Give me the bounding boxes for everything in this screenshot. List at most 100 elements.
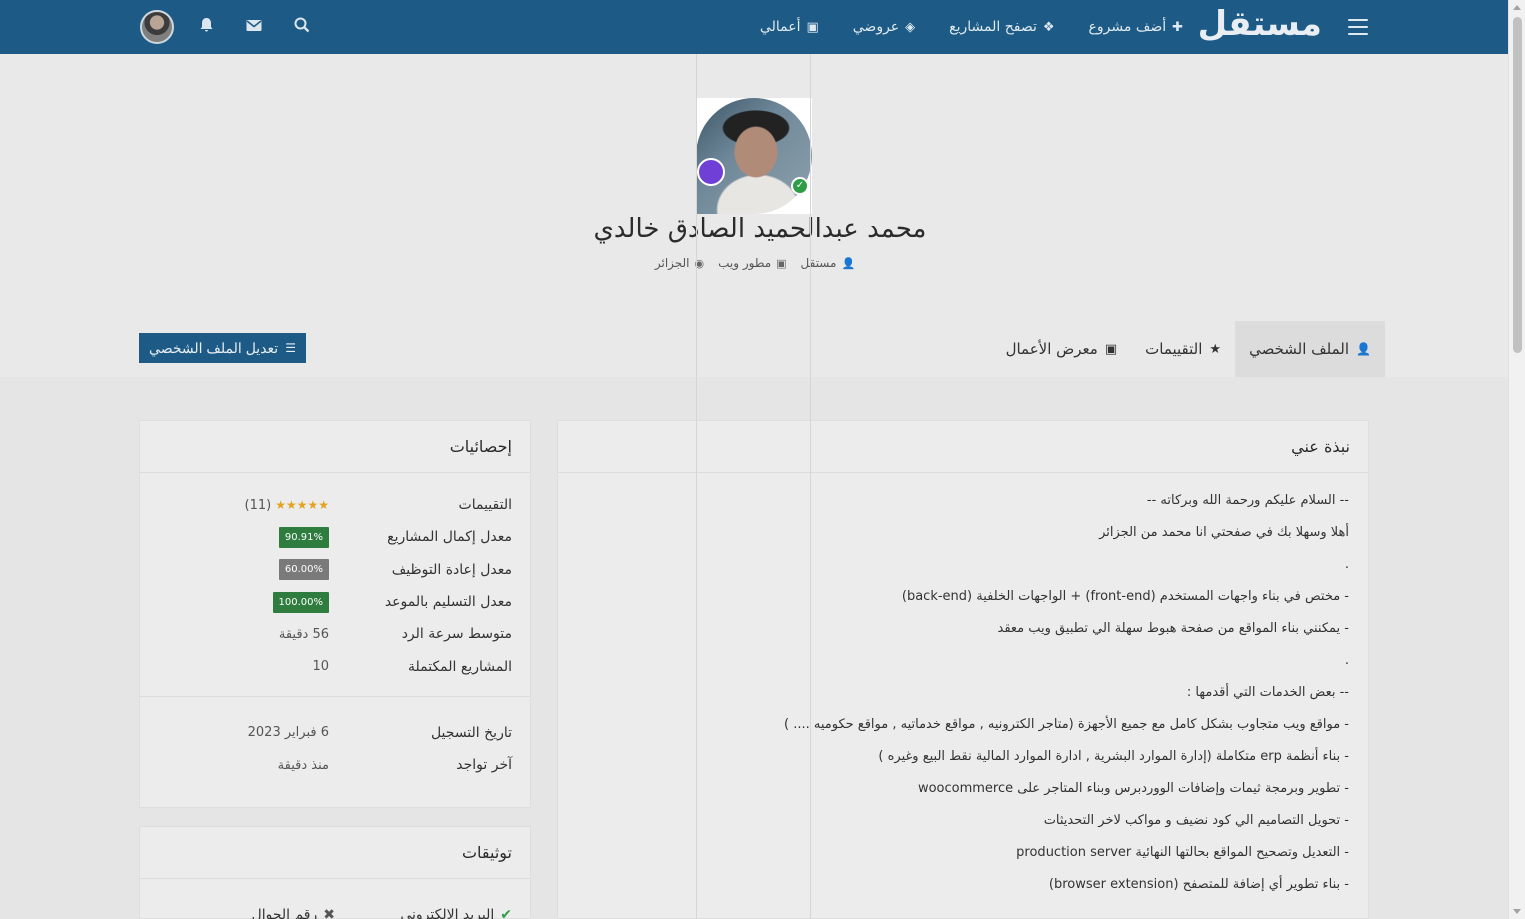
plus-icon: ✚ bbox=[1172, 19, 1183, 35]
verification-email: ✔ البريد الالكتروني bbox=[335, 907, 512, 919]
user-avatar[interactable] bbox=[140, 10, 174, 44]
stat-label: آخر تواجد bbox=[456, 757, 512, 774]
about-text: -- السلام عليكم ورحمة الله وبركاته -- أه… bbox=[558, 473, 1368, 901]
verifications-list: ✔ البريد الالكتروني ✖ رقم الجوال bbox=[140, 879, 530, 919]
profile-avatar: ✓ bbox=[696, 98, 812, 214]
menu-icon[interactable] bbox=[1348, 19, 1368, 35]
about-line: . bbox=[1344, 557, 1349, 572]
about-line: - مواقع ويب متجاوب بشكل كامل مع جميع الأ… bbox=[784, 717, 1349, 732]
profile-meta: 👤 مستقل ▣ مطور ويب ◉ الجزائر bbox=[560, 256, 950, 270]
tab-profile[interactable]: 👤 الملف الشخصي bbox=[1235, 321, 1385, 377]
nav-browse-projects-label: تصفح المشاريع bbox=[949, 19, 1037, 35]
briefcase-icon: ▣ bbox=[1104, 341, 1118, 357]
tab-portfolio[interactable]: ▣ معرض الأعمال bbox=[992, 321, 1132, 377]
mail-icon[interactable] bbox=[242, 17, 266, 37]
about-line: - التعديل وتصحيح المواقع بحالتها النهائي… bbox=[1016, 845, 1349, 860]
tab-portfolio-label: معرض الأعمال bbox=[1005, 340, 1098, 358]
stat-label: معدل إعادة التوظيف bbox=[391, 561, 512, 578]
stat-row-ratings: التقييمات ★★★★★ (11) bbox=[158, 489, 513, 521]
about-line: -- السلام عليكم ورحمة الله وبركاته -- bbox=[1146, 493, 1349, 508]
stat-label: معدل التسليم بالموعد bbox=[384, 594, 512, 611]
scroll-down-icon[interactable] bbox=[1513, 909, 1521, 914]
ontime-rate-badge: 100.00% bbox=[272, 591, 329, 613]
verifications-card: توثيقات ✔ البريد الالكتروني ✖ رقم الجوال bbox=[139, 826, 531, 919]
stat-row-last-seen: آخر تواجد منذ دقيقة bbox=[158, 749, 512, 781]
times-icon: ✖ bbox=[323, 907, 335, 919]
edit-profile-label: تعديل الملف الشخصي bbox=[149, 339, 279, 356]
profile-name: محمد عبدالحميد الصادق خالدي bbox=[593, 214, 927, 244]
main-nav: ✚ أضف مشروع ❖ تصفح المشاريع ◈ عروضي ▣ أع… bbox=[760, 0, 1183, 54]
stat-row-ontime: معدل التسليم بالموعد 100.00% bbox=[158, 586, 512, 618]
meta-job: ▣ مطور ويب bbox=[718, 256, 786, 270]
profile-tabs: 👤 الملف الشخصي ★ التقييمات ▣ معرض الأعما… bbox=[992, 321, 1385, 377]
level-badge-icon bbox=[697, 158, 725, 186]
user-icon: 👤 bbox=[1356, 342, 1371, 356]
stats-list-dates: تاريخ التسجيل 6 فبراير 2023 آخر تواجد من… bbox=[140, 697, 530, 782]
stat-value: 56 دقيقة bbox=[278, 626, 329, 642]
cubes-icon: ❖ bbox=[1042, 19, 1055, 35]
completion-rate-badge: 90.91% bbox=[278, 526, 329, 548]
stats-title: إحصائيات bbox=[140, 421, 530, 473]
stat-label: التقييمات bbox=[458, 497, 512, 514]
verification-phone-label: رقم الجوال bbox=[251, 907, 318, 919]
stat-label: متوسط سرعة الرد bbox=[401, 626, 512, 643]
tab-reviews[interactable]: ★ التقييمات bbox=[1131, 321, 1235, 377]
stat-row-completion: معدل إكمال المشاريع 90.91% bbox=[158, 521, 512, 553]
meta-role-text: مستقل bbox=[800, 256, 837, 270]
star-icon: ★ bbox=[1209, 341, 1222, 357]
top-navbar: مستقل ✚ أضف مشروع ❖ تصفح المشاريع ◈ عروض… bbox=[0, 0, 1508, 54]
scroll-up-icon[interactable] bbox=[1513, 5, 1521, 10]
nav-my-works[interactable]: ▣ أعمالي bbox=[760, 19, 819, 35]
about-line: - مختص في بناء واجهات المستخدم (front-en… bbox=[901, 589, 1349, 604]
verification-email-label: البريد الالكتروني bbox=[400, 907, 495, 919]
nav-add-project-label: أضف مشروع bbox=[1088, 19, 1167, 35]
verification-phone: ✖ رقم الجوال bbox=[158, 907, 335, 919]
check-icon: ✔ bbox=[500, 907, 512, 919]
stat-row-registered: تاريخ التسجيل 6 فبراير 2023 bbox=[158, 717, 512, 749]
page-scrollbar[interactable] bbox=[1508, 0, 1525, 919]
sliders-icon: ☰ bbox=[285, 341, 296, 355]
briefcase-icon: ▣ bbox=[806, 19, 819, 35]
search-icon[interactable] bbox=[290, 17, 314, 38]
scrollbar-thumb[interactable] bbox=[1513, 17, 1522, 353]
stat-row-response: متوسط سرعة الرد 56 دقيقة bbox=[158, 618, 512, 650]
layout-guide-line bbox=[696, 54, 697, 919]
about-line: -- بعض الخدمات التي أقدمها : bbox=[1186, 685, 1349, 700]
meta-role: 👤 مستقل bbox=[801, 256, 856, 270]
about-title: نبذة عني bbox=[558, 421, 1368, 473]
profile-photo bbox=[696, 98, 812, 214]
about-line: - يمكنني بناء المواقع من صفحة هبوط سهلة … bbox=[997, 621, 1350, 636]
user-tools bbox=[140, 0, 314, 54]
site-logo[interactable]: مستقل bbox=[1198, 4, 1323, 44]
about-card: نبذة عني -- السلام عليكم ورحمة الله وبرك… bbox=[557, 420, 1369, 919]
stats-list: التقييمات ★★★★★ (11) معدل إكمال المشاريع… bbox=[140, 473, 530, 683]
ticket-icon: ◈ bbox=[905, 19, 916, 35]
stat-label: المشاريع المكتملة bbox=[407, 658, 512, 675]
stat-value: ★★★★★ (11) bbox=[158, 497, 330, 513]
tab-profile-label: الملف الشخصي bbox=[1249, 340, 1350, 358]
stat-value: 6 فبراير 2023 bbox=[247, 725, 329, 741]
about-line: أهلا وسهلا بك في صفحتي انا محمد من الجزا… bbox=[1099, 525, 1349, 540]
bell-icon[interactable] bbox=[194, 17, 218, 38]
nav-my-offers[interactable]: ◈ عروضي bbox=[853, 19, 915, 35]
rating-stars-icon: ★★★★★ bbox=[275, 498, 329, 513]
about-line: - تطوير وبرمجة ثيمات وإضافات الووردبرس و… bbox=[917, 781, 1349, 796]
stat-label: تاريخ التسجيل bbox=[430, 724, 512, 741]
nav-my-offers-label: عروضي bbox=[852, 19, 900, 35]
nav-browse-projects[interactable]: ❖ تصفح المشاريع bbox=[949, 19, 1054, 35]
about-line: - بناء أنظمة erp متكاملة (إدارة الموارد … bbox=[878, 749, 1349, 764]
briefcase-icon: ▣ bbox=[776, 256, 787, 270]
stat-value: 10 bbox=[312, 659, 329, 675]
verifications-title: توثيقات bbox=[140, 827, 530, 879]
rehire-rate-badge: 60.00% bbox=[278, 559, 329, 581]
stat-row-rehire: معدل إعادة التوظيف 60.00% bbox=[158, 554, 512, 586]
nav-add-project[interactable]: ✚ أضف مشروع bbox=[1089, 19, 1183, 35]
verified-check-icon: ✓ bbox=[791, 177, 809, 195]
stat-row-completed: المشاريع المكتملة 10 bbox=[158, 650, 512, 682]
ratings-count: (11) bbox=[244, 497, 272, 513]
user-icon: 👤 bbox=[841, 256, 856, 270]
stat-value: منذ دقيقة bbox=[277, 757, 329, 773]
profile-name-row: محمد عبدالحميد الصادق خالدي bbox=[594, 214, 927, 244]
meta-location-text: الجزائر bbox=[654, 256, 690, 270]
edit-profile-button[interactable]: ☰ تعديل الملف الشخصي bbox=[139, 333, 306, 363]
